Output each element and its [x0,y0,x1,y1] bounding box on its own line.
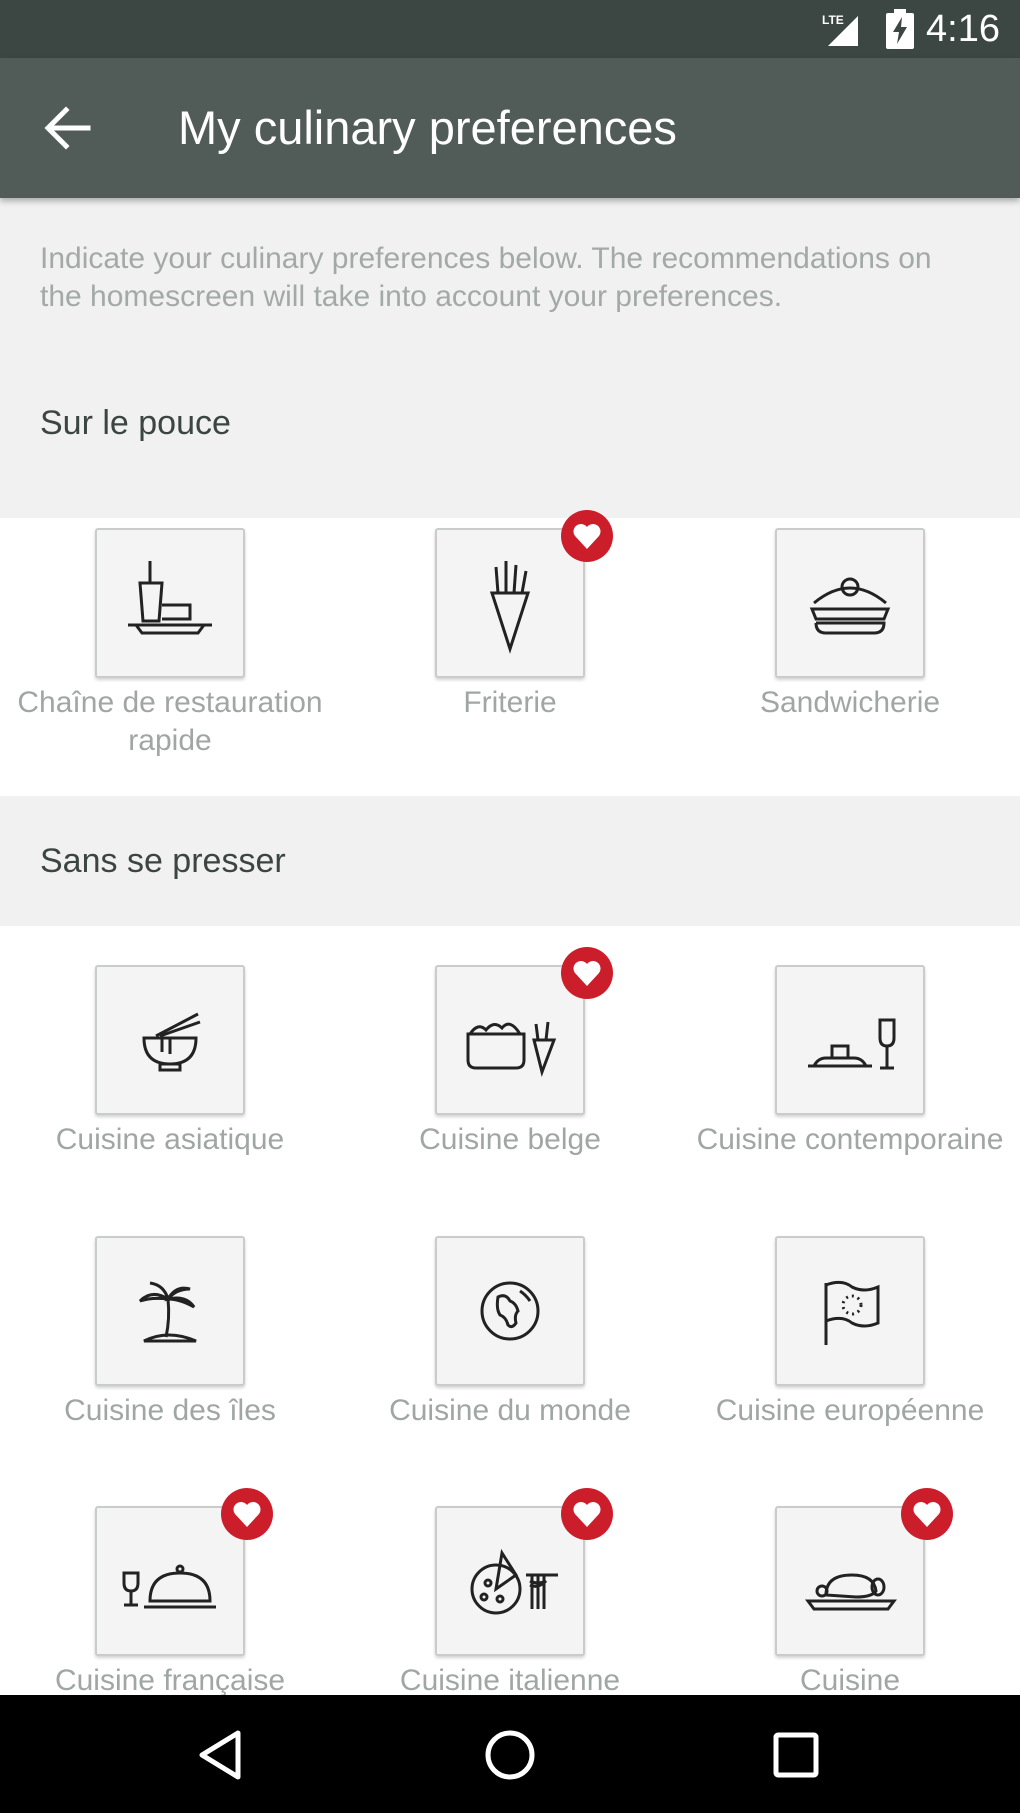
section-header-sans-se-presser: Sans se presser [40,842,286,880]
section-header-sur-le-pouce: Sur le pouce [40,404,231,442]
preference-item-chaine-de-restauration-rapide[interactable]: Chaîne de restauration rapide [0,528,340,760]
app-bar: My culinary preferences [0,58,1020,198]
nav-recents-icon[interactable] [766,1725,826,1785]
heart-icon [573,1502,601,1527]
preference-tile[interactable] [95,965,245,1115]
plated-dish-glass-icon [808,1018,896,1070]
eu-flag-icon [824,1280,880,1345]
preference-item-sandwicherie[interactable]: Sandwicherie [680,528,1020,722]
globe-icon [480,1281,540,1341]
back-button[interactable] [30,88,110,168]
favorite-badge [561,510,613,562]
system-nav-bar [0,1695,1020,1813]
favorite-badge [561,1488,613,1540]
mussels-pot-fries-icon [466,1021,557,1078]
preference-item-cuisine-asiatique[interactable]: Cuisine asiatique [0,965,340,1159]
preference-tile[interactable] [775,1488,953,1656]
preference-label: Cuisine italienne [399,1664,621,1695]
pizza-pasta-icon [470,1548,558,1615]
preference-tile[interactable] [435,947,613,1115]
preference-item-friterie[interactable]: Friterie [340,510,680,722]
status-time: 4:16 [926,8,1000,50]
preference-tile[interactable] [95,528,245,678]
svg-text:LTE: LTE [822,13,844,27]
roast-platter-icon [805,1573,897,1611]
preference-label: Cuisine du monde [389,1394,631,1427]
preference-tile[interactable] [435,1488,613,1656]
fast-food-tray-icon [128,561,212,635]
preference-tile[interactable] [95,1488,273,1656]
preference-item-cuisine-francaise[interactable]: Cuisine française [0,1488,340,1695]
favorite-badge [901,1488,953,1540]
heart-icon [913,1502,941,1527]
sandwich-icon [809,577,891,635]
fries-cone-icon [489,561,531,654]
preference-tile[interactable] [775,1236,925,1386]
heart-icon [233,1502,261,1527]
intro-panel: Indicate your culinary preferences below… [0,198,1020,518]
status-bar: LTE 4:16 [0,0,1020,58]
preference-item-cuisine-europeenne[interactable]: Cuisine européenne [680,1236,1020,1430]
preference-label: Sandwicherie [759,686,941,719]
preference-label: Cuisine européenne [715,1394,985,1427]
preference-tile[interactable] [775,965,925,1115]
preference-item-cuisine-belge[interactable]: Cuisine belge [340,947,680,1159]
preference-item-cuisine-du-monde[interactable]: Cuisine du monde [340,1236,680,1430]
heart-icon [573,524,601,549]
preference-label: Cuisine belge [419,1123,601,1156]
palm-island-icon [138,1281,197,1343]
nav-home-icon[interactable] [480,1725,540,1785]
preferences-list[interactable]: Indicate your culinary preferences below… [0,198,1020,1695]
preference-tile[interactable] [435,1236,585,1386]
preference-item-cuisine-des-iles[interactable]: Cuisine des îles [0,1236,340,1430]
arrow-left-icon [44,106,91,150]
noodle-bowl-icon [142,1012,201,1072]
intro-text: Indicate your culinary preferences below… [40,242,932,313]
preference-label: Cuisine des îles [64,1394,276,1427]
cloche-wine-icon [122,1564,216,1609]
preference-label: Cuisine contemporaine [696,1123,1004,1156]
preference-label: Cuisine française [54,1664,286,1695]
preference-item-cuisine-contemporaine[interactable]: Cuisine contemporaine [680,965,1020,1159]
preference-item-cuisine[interactable]: Cuisine [680,1488,1020,1695]
favorite-badge [221,1488,273,1540]
heart-icon [573,961,601,986]
preference-label: Friterie [463,686,557,719]
nav-back-icon[interactable] [192,1725,252,1785]
preference-tile[interactable] [775,528,925,678]
preference-tile[interactable] [95,1236,245,1386]
battery-charging-icon [886,9,914,49]
lte-signal-icon: LTE [822,13,858,46]
preference-tile[interactable] [435,510,613,678]
preference-item-cuisine-italienne[interactable]: Cuisine italienne [340,1488,680,1695]
favorite-badge [561,947,613,999]
preference-label: Chaîne de restauration rapide [17,686,323,757]
preference-label: Cuisine asiatique [55,1123,285,1156]
page-title: My culinary preferences [178,101,677,154]
preference-label: Cuisine [799,1664,901,1695]
